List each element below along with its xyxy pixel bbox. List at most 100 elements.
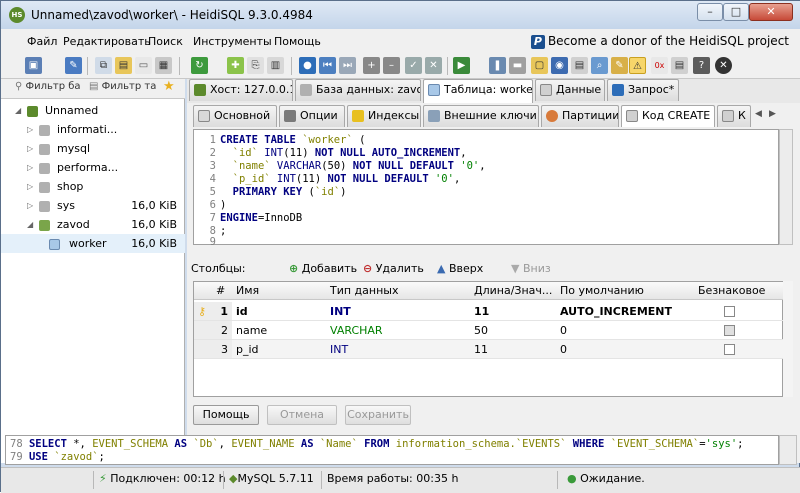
save-sql-icon[interactable]: ◉: [551, 57, 568, 74]
log-icon[interactable]: ▤: [671, 57, 688, 74]
maximize-button[interactable]: □: [723, 3, 749, 21]
find-icon[interactable]: ⌕: [591, 57, 608, 74]
cancel-button[interactable]: Отмена: [267, 405, 337, 425]
tab-create-code[interactable]: Код CREATE: [621, 105, 715, 127]
favorite-star-icon[interactable]: ★: [163, 79, 175, 94]
tree-item-sys[interactable]: ▷ sys 16,0 KiB: [1, 196, 185, 215]
wrench-icon: [284, 110, 296, 122]
move-down-button[interactable]: ▼ Вниз: [511, 262, 551, 275]
import-icon[interactable]: ⎘: [247, 57, 264, 74]
tab-partitions[interactable]: Партиции: [541, 105, 619, 127]
tab-query[interactable]: Запрос*: [607, 79, 679, 101]
expand-icon[interactable]: ▷: [27, 139, 33, 158]
tab-basic[interactable]: Основной: [193, 105, 277, 127]
sql-log[interactable]: 78 SELECT *, EVENT_SCHEMA AS `Db`, EVENT…: [5, 435, 779, 465]
cut-icon[interactable]: ▭: [135, 57, 152, 74]
paste-icon[interactable]: ▤: [115, 57, 132, 74]
user-manager-icon[interactable]: ●: [299, 57, 316, 74]
menu-tools[interactable]: Инструменты: [193, 35, 272, 48]
expand-icon[interactable]: ▷: [27, 177, 33, 196]
expand-icon[interactable]: ◢: [15, 101, 21, 120]
donor-link[interactable]: P Become a donor of the HeidiSQL project: [530, 34, 789, 49]
expand-icon[interactable]: ▷: [27, 196, 33, 215]
tree-item-unnamed[interactable]: ◢ Unnamed: [1, 101, 185, 120]
refresh-icon[interactable]: ↻: [191, 57, 208, 74]
minimize-button[interactable]: –: [697, 3, 723, 21]
unsigned-checkbox[interactable]: [724, 325, 735, 336]
log-scrollbar[interactable]: [779, 435, 797, 465]
help-icon[interactable]: ?: [693, 57, 710, 74]
tree-item-information-schema[interactable]: ▷ informati...: [1, 120, 185, 139]
save-snippet-icon[interactable]: ▤: [571, 57, 588, 74]
tab-more[interactable]: К: [717, 105, 751, 127]
move-up-button[interactable]: ▲ Вверх: [437, 262, 483, 275]
first-record-icon[interactable]: ⏮: [319, 57, 336, 74]
add-column-button[interactable]: ⊕ Добавить: [289, 262, 357, 275]
unsigned-checkbox[interactable]: [724, 344, 735, 355]
exit-icon[interactable]: ✕: [715, 57, 732, 74]
plug-icon: ⚡: [99, 472, 107, 485]
columns-label: Столбцы:: [191, 262, 246, 275]
tree-item-mysql[interactable]: ▷ mysql: [1, 139, 185, 158]
columns-grid[interactable]: # Имя Тип данных Длина/Знач... По умолча…: [193, 281, 784, 397]
export-icon[interactable]: ✚: [227, 57, 244, 74]
delete-record-icon[interactable]: –: [383, 57, 400, 74]
expand-icon[interactable]: ▷: [27, 120, 33, 139]
code-icon: [722, 110, 734, 122]
run-icon[interactable]: ▶: [453, 57, 470, 74]
explain-icon[interactable]: ❚: [489, 57, 506, 74]
tab-options[interactable]: Опции: [279, 105, 345, 127]
editor-scrollbar[interactable]: [779, 129, 793, 245]
tab-indexes[interactable]: Индексы: [347, 105, 421, 127]
tab-table[interactable]: Таблица: worker: [423, 79, 533, 103]
table-row[interactable]: 3 p_id INT 11 0: [194, 340, 784, 359]
paypal-icon: P: [530, 35, 545, 49]
table-row[interactable]: 2 name VARCHAR 50 0: [194, 321, 784, 340]
disconnect-icon[interactable]: ✎: [65, 57, 82, 74]
close-button[interactable]: ✕: [749, 3, 793, 21]
tab-host[interactable]: Хост: 127.0.0.1: [189, 79, 293, 101]
print-icon[interactable]: ▦: [155, 57, 172, 74]
warning-icon[interactable]: ⚠: [629, 57, 646, 74]
bulk-edit-icon[interactable]: ▥: [267, 57, 284, 74]
collapse-icon[interactable]: ◢: [27, 215, 33, 234]
expand-icon[interactable]: ▷: [27, 158, 33, 177]
tab-scroll-left-icon[interactable]: ◀: [755, 109, 762, 119]
tab-scroll-right-icon[interactable]: ▶: [769, 109, 776, 119]
tab-foreign-keys[interactable]: Внешние ключи: [423, 105, 539, 127]
session-manager-icon[interactable]: ▣: [25, 57, 42, 74]
save-button[interactable]: Сохранить: [345, 405, 411, 425]
table-filter[interactable]: ▤ Фильтр та: [89, 81, 159, 92]
filter-row: ⚲ Фильтр ба ▤ Фильтр та ★: [1, 79, 185, 99]
load-sql-icon[interactable]: ▢: [531, 57, 548, 74]
help-button[interactable]: Помощь: [193, 405, 259, 425]
format-icon[interactable]: ▬: [509, 57, 526, 74]
tab-data[interactable]: Данные: [535, 79, 605, 101]
menu-search[interactable]: Поиск: [148, 35, 183, 48]
tree-item-worker[interactable]: worker 16,0 KiB: [1, 234, 185, 253]
window-title: Unnamed\zavod\worker\ - HeidiSQL 9.3.0.4…: [31, 8, 313, 22]
post-icon[interactable]: ✓: [405, 57, 422, 74]
database-filter[interactable]: ⚲ Фильтр ба: [15, 81, 85, 92]
host-icon: [194, 84, 206, 96]
hex-icon[interactable]: 0x: [651, 57, 668, 74]
tree-item-shop[interactable]: ▷ shop: [1, 177, 185, 196]
create-code-editor[interactable]: 1 CREATE TABLE `worker` ( 2 `id` INT(11) …: [193, 129, 779, 248]
tree-item-performance-schema[interactable]: ▷ performa...: [1, 158, 185, 177]
unsigned-checkbox[interactable]: [724, 306, 735, 317]
tab-database[interactable]: База данных: zavod: [295, 79, 421, 101]
remove-column-button[interactable]: ⊖ Удалить: [363, 262, 424, 275]
edit-pencil-icon[interactable]: ✎: [611, 57, 628, 74]
table-icon: [49, 239, 60, 250]
add-record-icon[interactable]: +: [363, 57, 380, 74]
copy-icon[interactable]: ⧉: [95, 57, 112, 74]
cancel-edit-icon[interactable]: ✕: [425, 57, 442, 74]
grid-scrollbar[interactable]: [783, 281, 793, 397]
tree-item-zavod[interactable]: ◢ zavod 16,0 KiB: [1, 215, 185, 234]
menu-help[interactable]: Помощь: [274, 35, 321, 48]
menu-edit[interactable]: Редактировать: [63, 35, 151, 48]
title-bar[interactable]: HS Unnamed\zavod\worker\ - HeidiSQL 9.3.…: [1, 1, 800, 29]
menu-file[interactable]: Файл: [27, 35, 57, 48]
table-row[interactable]: ⚷ 1 id INT 11 AUTO_INCREMENT: [194, 302, 784, 321]
insert-icon[interactable]: ⏭: [339, 57, 356, 74]
